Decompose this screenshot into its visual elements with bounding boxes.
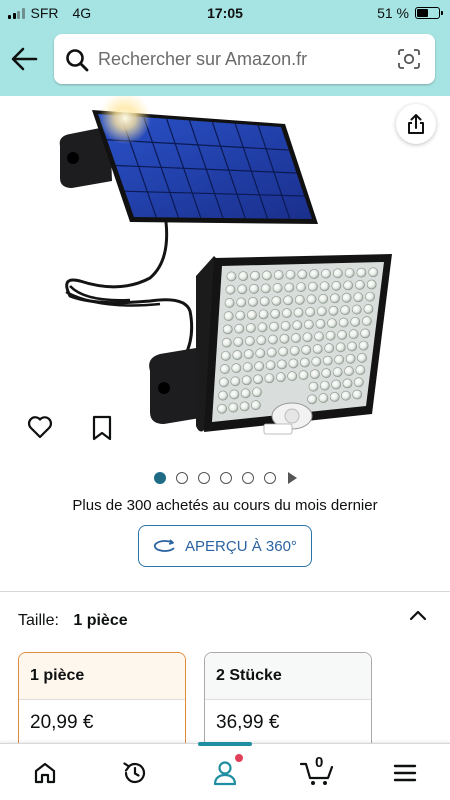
save-button[interactable] [91, 414, 113, 447]
arrow-left-icon [11, 47, 38, 71]
magnifier-icon [66, 49, 89, 72]
cart-count: 0 [315, 754, 324, 771]
share-button[interactable] [396, 104, 436, 144]
size-option-price: 36,99 € [205, 699, 371, 746]
size-option-name: 2 Stücke [205, 653, 371, 699]
view-360-label: APERÇU À 360° [185, 537, 297, 555]
collapse-size-button[interactable] [408, 606, 428, 631]
search-header [0, 26, 450, 96]
chevron-up-icon [409, 610, 427, 621]
history-icon [123, 762, 146, 784]
play-video-icon[interactable] [287, 472, 297, 484]
rotate-360-icon [154, 539, 175, 552]
carousel-dot[interactable] [241, 472, 254, 484]
carousel-dot[interactable] [263, 472, 276, 484]
menu-icon [393, 764, 417, 782]
size-selector-header[interactable]: Taille: 1 pièce [18, 612, 128, 630]
search-bar[interactable] [54, 34, 435, 84]
notification-dot [235, 754, 243, 762]
bottom-navigation: 0 [0, 742, 450, 800]
nav-cart[interactable]: 0 [300, 754, 336, 788]
carousel-dot[interactable] [197, 472, 210, 484]
bought-count-text: Plus de 300 achetés au cours du mois der… [72, 497, 378, 514]
share-icon [408, 114, 424, 134]
bookmark-icon [92, 415, 112, 441]
carousel-dot[interactable] [175, 472, 188, 484]
heart-icon [27, 416, 53, 439]
camera-scan-icon[interactable] [397, 48, 421, 70]
carousel-indicator[interactable] [0, 472, 450, 484]
view-360-button[interactable]: APERÇU À 360° [138, 525, 312, 567]
search-input[interactable] [98, 44, 378, 74]
status-bar: SFR 4G 17:05 51 % [0, 0, 450, 26]
size-label: Taille: [18, 612, 59, 629]
home-icon [34, 762, 56, 784]
size-option-name: 1 pièce [19, 653, 185, 699]
product-image-gallery[interactable] [0, 96, 450, 466]
nav-history[interactable] [120, 758, 150, 788]
nav-menu[interactable] [390, 758, 420, 788]
carousel-dot[interactable] [153, 472, 166, 484]
size-option-price: 20,99 € [19, 699, 185, 746]
battery-icon [415, 7, 443, 19]
section-divider [0, 591, 450, 592]
account-icon [213, 761, 237, 786]
back-button[interactable] [10, 46, 42, 74]
carousel-dot[interactable] [219, 472, 232, 484]
favorite-button[interactable] [26, 414, 54, 445]
product-image[interactable] [0, 96, 450, 466]
size-selected-value: 1 pièce [73, 612, 128, 629]
nav-account[interactable] [210, 754, 243, 788]
nav-home[interactable] [30, 758, 60, 788]
active-tab-indicator [198, 742, 252, 746]
battery-percent: 51 % [377, 5, 409, 21]
